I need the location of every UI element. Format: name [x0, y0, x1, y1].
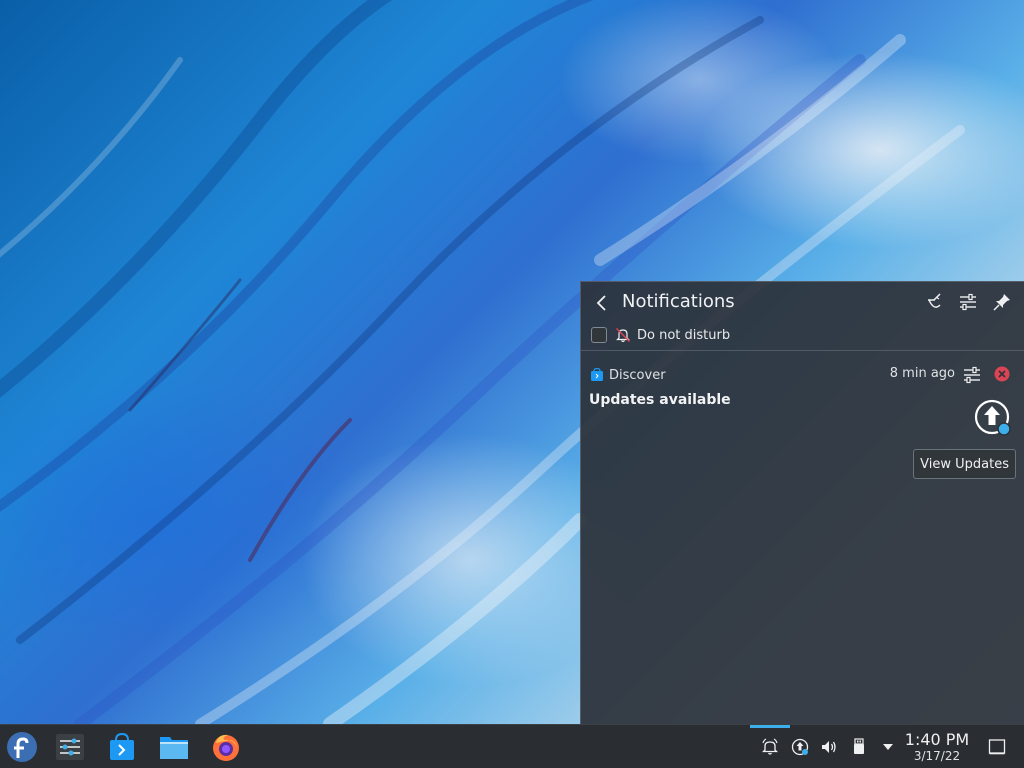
- discover-icon: [110, 732, 134, 760]
- firefox-launcher[interactable]: [208, 729, 244, 765]
- file-manager-launcher[interactable]: [156, 729, 192, 765]
- back-button[interactable]: [591, 292, 613, 314]
- updates-tray-button[interactable]: [790, 737, 810, 757]
- notifications-tray-button[interactable]: [760, 737, 780, 757]
- configure-icon: [960, 293, 976, 311]
- notifications-bell-icon: [761, 738, 779, 755]
- clear-all-icon: [928, 293, 941, 308]
- pin-button[interactable]: [991, 291, 1013, 313]
- system-settings-launcher[interactable]: [52, 729, 88, 765]
- device-notifier-icon: [854, 738, 864, 754]
- header-separator: [581, 350, 1024, 351]
- show-desktop-icon: [988, 739, 1006, 755]
- system-settings-icon: [56, 734, 84, 760]
- configure-icon: [964, 366, 980, 384]
- device-notifier-tray-button[interactable]: [849, 737, 869, 757]
- dolphin-file-manager-icon: [160, 737, 188, 759]
- application-launcher-button[interactable]: [4, 729, 40, 765]
- bell-off-icon: [614, 326, 632, 344]
- do-not-disturb-checkbox[interactable]: [591, 327, 607, 343]
- notification-app-name: Discover: [609, 367, 666, 383]
- discover-launcher[interactable]: [104, 729, 140, 765]
- close-icon: [994, 366, 1010, 382]
- notification-settings-button[interactable]: [961, 364, 983, 386]
- tray-active-indicator: [750, 725, 790, 728]
- clock-time: 1:40 PM: [904, 730, 970, 749]
- firefox-icon: [213, 734, 239, 761]
- notifications-popup: Notifications Do not disturb Discover 8 …: [580, 281, 1024, 724]
- notification-item: Discover 8 min ago Updates available Vie…: [581, 360, 1024, 482]
- view-updates-button[interactable]: View Updates: [913, 449, 1016, 479]
- configure-notifications-button[interactable]: [957, 291, 979, 313]
- digital-clock[interactable]: 1:40 PM 3/17/22: [900, 730, 974, 764]
- notification-time: 8 min ago: [889, 366, 955, 381]
- notifications-header: Notifications Do not disturb: [581, 282, 1024, 350]
- notification-summary: Updates available: [589, 392, 731, 408]
- expand-tray-button[interactable]: [878, 737, 898, 757]
- update-available-icon: [973, 398, 1013, 438]
- discover-small-icon: [590, 368, 604, 382]
- do-not-disturb-row: Do not disturb: [591, 325, 730, 345]
- volume-tray-button[interactable]: [819, 737, 839, 757]
- show-desktop-button[interactable]: [988, 738, 1006, 756]
- chevron-left-icon: [596, 295, 606, 311]
- chevron-down-icon: [883, 744, 893, 750]
- pin-icon: [993, 294, 1010, 311]
- volume-icon: [822, 741, 836, 753]
- taskbar: 1:40 PM 3/17/22: [0, 724, 1024, 768]
- clear-all-button[interactable]: [923, 291, 945, 313]
- notification-close-button[interactable]: [993, 365, 1011, 383]
- clock-date: 3/17/22: [913, 749, 961, 763]
- do-not-disturb-label: Do not disturb: [637, 327, 731, 343]
- panel-title: Notifications: [622, 291, 735, 312]
- notification-app-row: Discover: [590, 367, 666, 383]
- updates-icon: [791, 738, 809, 756]
- fedora-menu-icon: [7, 732, 37, 762]
